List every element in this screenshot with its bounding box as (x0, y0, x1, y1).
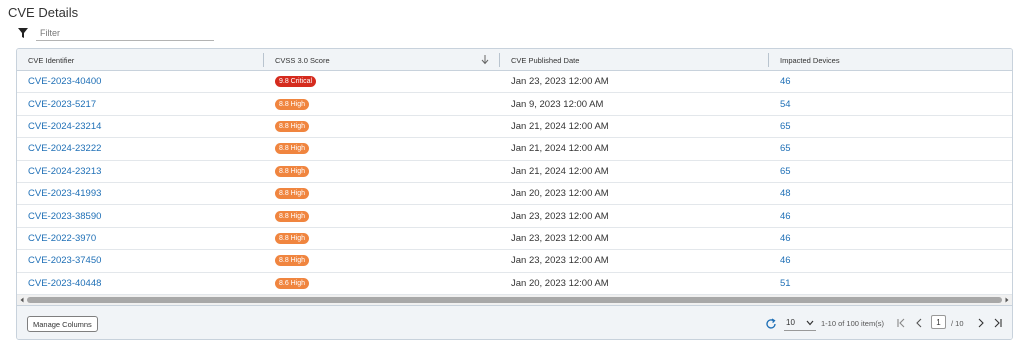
scroll-left-icon[interactable] (19, 297, 25, 303)
impacted-devices-link[interactable]: 46 (769, 228, 1012, 249)
cvss-score-cell: 8.6 High (264, 273, 500, 294)
cvss-score-cell: 8.8 High (264, 116, 500, 137)
table-row: CVE-2023-38590 8.8 High Jan 23, 2023 12:00… (17, 205, 1012, 228)
scrollbar-thumb[interactable] (27, 297, 1002, 303)
severity-badge: 8.8 High (275, 255, 310, 267)
filter-bar (16, 25, 214, 41)
impacted-devices-link[interactable]: 65 (769, 116, 1012, 137)
cvss-score-cell: 9.8 Critical (264, 71, 500, 92)
severity-badge: 8.6 High (275, 277, 310, 289)
severity-badge: 8.8 High (275, 120, 310, 132)
published-date: Jan 20, 2023 12:00 AM (511, 277, 609, 289)
cve-table: CVE Identifier CVSS 3.0 Score CVE Publis… (16, 48, 1013, 340)
table-row: CVE-2023-40400 9.8 Critical Jan 23, 2023 1… (17, 71, 1012, 94)
published-date: Jan 9, 2023 12:00 AM (511, 98, 604, 110)
table-row: CVE-2024-23213 8.8 High Jan 21, 2024 12:00… (17, 161, 1012, 183)
column-header-cve-identifier[interactable]: CVE Identifier (17, 49, 264, 71)
impacted-devices-link[interactable]: 51 (769, 273, 1012, 294)
page-size-select[interactable]: 10 (784, 315, 816, 331)
pagination-range: 1-10 of 100 item(s) (821, 319, 884, 328)
table-row: CVE-2023-37450 8.8 High Jan 23, 2023 12:00… (17, 250, 1012, 273)
cve-identifier-link[interactable]: CVE-2023-38590 (17, 205, 264, 226)
cvss-score-cell: 8.8 High (264, 161, 500, 182)
published-date: Jan 23, 2023 12:00 AM (511, 232, 609, 244)
cvss-score-cell: 8.8 High (264, 93, 500, 114)
next-page-icon[interactable] (975, 317, 987, 329)
column-header-cvss-score[interactable]: CVSS 3.0 Score (264, 49, 500, 71)
column-header-label: CVSS 3.0 Score (275, 55, 330, 65)
cve-identifier-link[interactable]: CVE-2024-23222 (17, 138, 264, 159)
sort-down-arrow-icon[interactable] (480, 54, 490, 66)
cve-identifier-link[interactable]: CVE-2022-3970 (17, 228, 264, 249)
cve-identifier-link[interactable]: CVE-2023-37450 (17, 250, 264, 271)
cve-identifier-link[interactable]: CVE-2023-5217 (17, 93, 264, 114)
impacted-devices-link[interactable]: 48 (769, 183, 1012, 204)
published-date: Jan 23, 2023 12:00 AM (511, 76, 609, 88)
table-row: CVE-2023-5217 8.8 High Jan 9, 2023 12:00 A… (17, 93, 1012, 116)
impacted-devices-link[interactable]: 46 (769, 71, 1012, 92)
cve-identifier-link[interactable]: CVE-2024-23213 (17, 161, 264, 182)
current-page-input[interactable] (931, 315, 946, 329)
cvss-score-cell: 8.8 High (264, 228, 500, 249)
published-date: Jan 23, 2023 12:00 AM (511, 210, 609, 222)
table-row: CVE-2023-41993 8.8 High Jan 20, 2023 12:00… (17, 183, 1012, 206)
filter-input[interactable] (36, 25, 214, 41)
cvss-score-cell: 8.8 High (264, 183, 500, 204)
table-header: CVE Identifier CVSS 3.0 Score CVE Publis… (17, 49, 1012, 71)
table-row: CVE-2023-40448 8.6 High Jan 20, 2023 12:00… (17, 273, 1012, 295)
severity-badge: 8.8 High (275, 143, 310, 155)
severity-badge: 8.8 High (275, 232, 310, 244)
page-title: CVE Details (8, 5, 79, 20)
cve-identifier-link[interactable]: CVE-2023-40400 (17, 71, 264, 92)
impacted-devices-link[interactable]: 46 (769, 250, 1012, 271)
chevron-down-icon (806, 320, 814, 326)
scroll-right-icon[interactable] (1004, 297, 1010, 303)
cvss-score-cell: 8.8 High (264, 205, 500, 226)
published-date: Jan 21, 2024 12:00 AM (511, 120, 609, 132)
table-row: CVE-2022-3970 8.8 High Jan 23, 2023 12:00 … (17, 228, 1012, 251)
published-date: Jan 20, 2023 12:00 AM (511, 188, 609, 200)
severity-badge: 8.8 High (275, 210, 310, 222)
impacted-devices-link[interactable]: 65 (769, 138, 1012, 159)
impacted-devices-link[interactable]: 46 (769, 205, 1012, 226)
table-footer: Manage Columns 10 1-10 of 100 item(s) / … (17, 305, 1012, 339)
column-header-published-date[interactable]: CVE Published Date (500, 49, 769, 71)
severity-badge: 8.8 High (275, 165, 310, 177)
first-page-icon[interactable] (895, 317, 907, 329)
filter-icon[interactable] (16, 26, 30, 40)
published-date: Jan 21, 2024 12:00 AM (511, 143, 609, 155)
cve-identifier-link[interactable]: CVE-2024-23214 (17, 116, 264, 137)
severity-badge: 8.8 High (275, 98, 310, 110)
last-page-icon[interactable] (992, 317, 1004, 329)
impacted-devices-link[interactable]: 65 (769, 161, 1012, 182)
cvss-score-cell: 8.8 High (264, 250, 500, 271)
impacted-devices-link[interactable]: 54 (769, 93, 1012, 114)
cvss-score-cell: 8.8 High (264, 138, 500, 159)
cve-identifier-link[interactable]: CVE-2023-41993 (17, 183, 264, 204)
total-pages: / 10 (951, 319, 964, 328)
published-date: Jan 21, 2024 12:00 AM (511, 165, 609, 177)
table-row: CVE-2024-23222 8.8 High Jan 21, 2024 12:00… (17, 138, 1012, 161)
table-row: CVE-2024-23214 8.8 High Jan 21, 2024 12:00… (17, 116, 1012, 139)
table-body: CVE-2023-40400 9.8 Critical Jan 23, 2023 1… (17, 71, 1012, 295)
horizontal-scrollbar[interactable] (17, 295, 1012, 305)
page-size-value: 10 (786, 318, 795, 327)
manage-columns-button[interactable]: Manage Columns (27, 316, 98, 332)
severity-badge: 9.8 Critical (275, 76, 317, 88)
cve-identifier-link[interactable]: CVE-2023-40448 (17, 273, 264, 294)
column-header-impacted-devices[interactable]: Impacted Devices (769, 49, 1012, 71)
refresh-icon[interactable] (765, 317, 777, 329)
severity-badge: 8.8 High (275, 188, 310, 200)
published-date: Jan 23, 2023 12:00 AM (511, 255, 609, 267)
previous-page-icon[interactable] (913, 317, 925, 329)
